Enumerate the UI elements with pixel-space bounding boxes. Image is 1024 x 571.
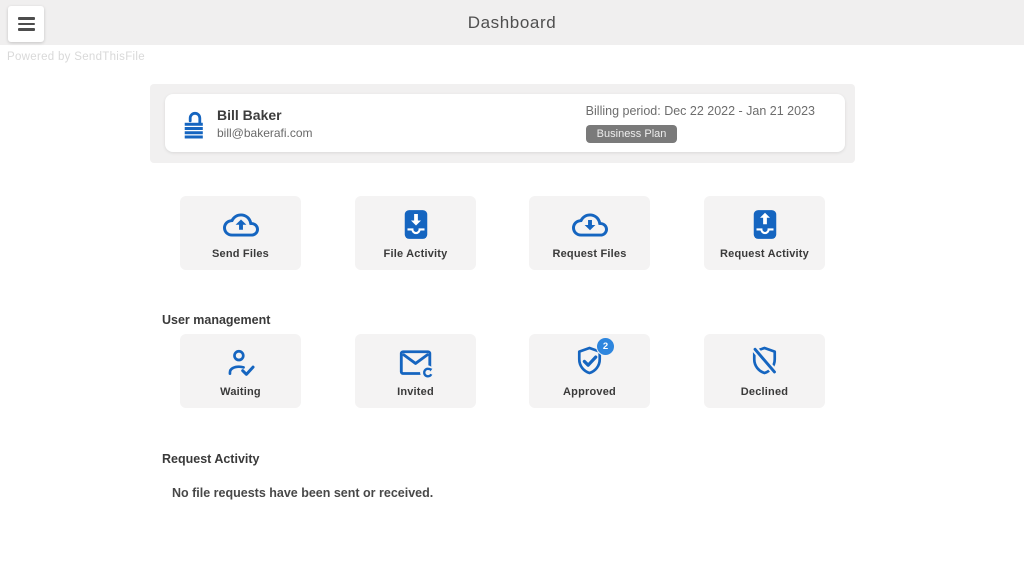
tile-waiting[interactable]: Waiting <box>180 334 301 408</box>
tile-request-files[interactable]: Request Files <box>529 196 650 270</box>
account-card: Bill Baker bill@bakerafi.com Billing per… <box>165 94 845 152</box>
dashboard-page: Dashboard Powered by SendThisFile Bill B… <box>0 0 1024 571</box>
request-activity-empty-message: No file requests have been sent or recei… <box>172 486 434 500</box>
tile-approved[interactable]: 2 Approved <box>529 334 650 408</box>
shield-slash-icon <box>748 345 781 381</box>
person-check-icon <box>224 345 258 381</box>
inbox-download-icon <box>401 207 431 243</box>
tile-label: Declined <box>740 385 789 398</box>
tile-label: Invited <box>397 385 434 398</box>
approved-count-badge: 2 <box>596 337 615 356</box>
mail-sync-icon <box>398 345 434 381</box>
lock-icon <box>184 111 203 138</box>
tile-label: Approved <box>563 385 616 398</box>
account-name: Bill Baker <box>217 106 282 123</box>
tile-label: Waiting <box>220 385 261 398</box>
account-email: bill@bakerafi.com <box>217 125 313 140</box>
tile-label: Request Files <box>552 247 627 260</box>
cloud-download-icon <box>571 207 608 243</box>
tile-declined[interactable]: Declined <box>704 334 825 408</box>
page-title: Dashboard <box>467 12 557 32</box>
powered-by-label: Powered by SendThisFile <box>7 51 145 63</box>
plan-badge: Business Plan <box>585 124 678 143</box>
tile-file-activity[interactable]: File Activity <box>355 196 476 270</box>
inbox-upload-icon <box>750 207 780 243</box>
tile-invited[interactable]: Invited <box>355 334 476 408</box>
tile-label: Request Activity <box>720 247 809 260</box>
menu-button[interactable] <box>8 6 44 42</box>
cloud-upload-icon <box>222 207 259 243</box>
tile-send-files[interactable]: Send Files <box>180 196 301 270</box>
request-activity-heading: Request Activity <box>162 452 260 466</box>
hamburger-icon <box>17 17 35 20</box>
user-management-heading: User management <box>162 313 271 327</box>
tile-label: Send Files <box>211 247 270 260</box>
account-section: Bill Baker bill@bakerafi.com Billing per… <box>150 84 855 163</box>
tile-request-activity[interactable]: Request Activity <box>704 196 825 270</box>
tile-label: File Activity <box>383 247 448 260</box>
billing-period: Billing period: Dec 22 2022 - Jan 21 202… <box>585 103 815 118</box>
